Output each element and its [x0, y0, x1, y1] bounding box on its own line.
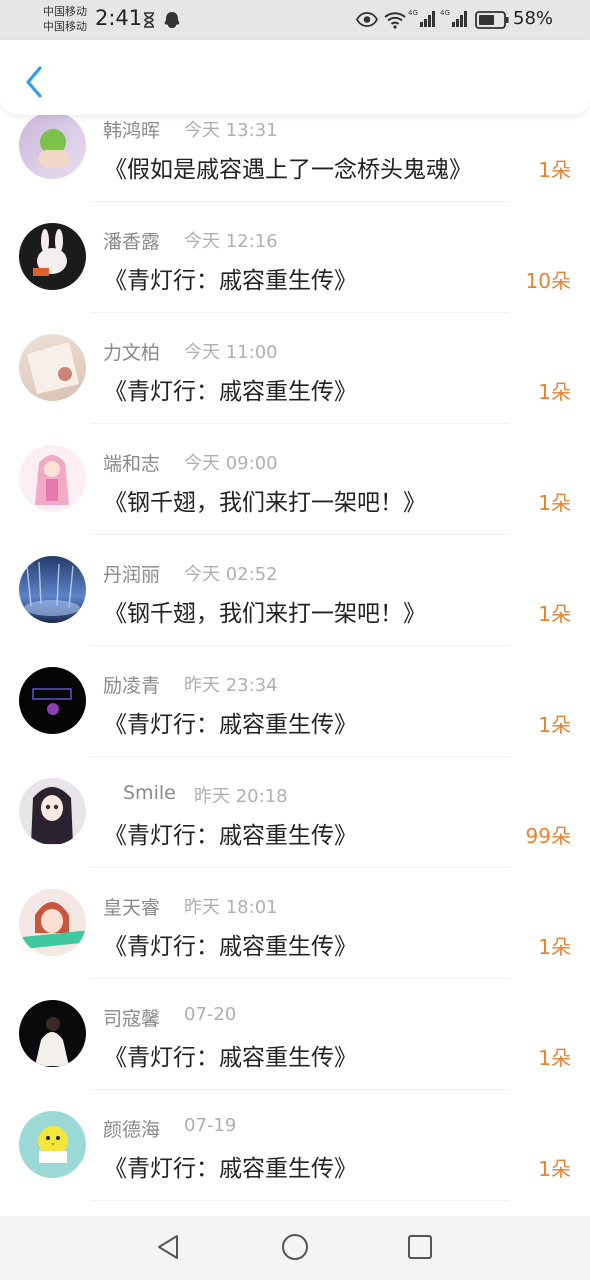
battery-percent: 58%	[513, 8, 554, 29]
gift-time: 昨天 23:34	[184, 675, 278, 696]
carrier-labels: 中国移动 中国移动	[43, 4, 87, 34]
sender-name: 励凌青	[103, 675, 161, 697]
book-title: 《青灯行：戚容重生传》	[104, 934, 357, 960]
back-triangle-icon[interactable]	[153, 1232, 183, 1262]
status-bar: 中国移动 中国移动 2:41 4G 4G 58%	[0, 0, 590, 40]
flower-count: 1朵	[538, 491, 571, 515]
svg-text:4G: 4G	[440, 9, 450, 17]
gift-time: 昨天 18:01	[184, 897, 278, 918]
sender-name: Smile	[123, 782, 176, 804]
gift-time: 昨天 20:18	[194, 786, 288, 807]
gift-time: 07-20	[184, 1004, 237, 1025]
avatar	[19, 334, 86, 401]
eye-icon	[356, 12, 378, 27]
list-item[interactable]: 丹润丽 今天 02:52 《钢千翅，我们来打一架吧！》 1朵	[0, 549, 590, 660]
book-title: 《青灯行：戚容重生传》	[104, 379, 357, 405]
divider	[90, 534, 510, 535]
divider	[90, 978, 510, 979]
signal-icon: 4G	[440, 9, 467, 27]
divider	[90, 1089, 510, 1090]
chevron-left-icon[interactable]	[18, 64, 50, 100]
gift-time: 今天 12:16	[184, 231, 278, 252]
home-circle-icon[interactable]	[280, 1232, 310, 1262]
flower-count: 1朵	[538, 1157, 571, 1181]
book-title: 《青灯行：戚容重生传》	[104, 1156, 357, 1182]
gift-time: 今天 09:00	[184, 453, 278, 474]
flower-count: 10朵	[525, 269, 571, 293]
avatar	[19, 445, 86, 512]
list-item[interactable]: 潘香露 今天 12:16 《青灯行：戚容重生传》 10朵	[0, 216, 590, 327]
sender-name: 韩鸿晖	[103, 120, 161, 142]
list-item[interactable]: 韩鸿晖 今天 13:31 《假如是戚容遇上了一念桥头鬼魂》 1朵	[0, 105, 590, 216]
divider	[90, 756, 510, 757]
book-title: 《青灯行：戚容重生传》	[104, 712, 357, 738]
divider	[90, 423, 510, 424]
divider	[90, 312, 510, 313]
wifi-icon	[384, 12, 406, 29]
signal-icon: 4G	[408, 9, 435, 27]
notification-icon	[164, 12, 180, 28]
flower-count: 1朵	[538, 935, 571, 959]
sender-name: 颜德海	[103, 1119, 161, 1141]
list-item[interactable]: 励凌青 昨天 23:34 《青灯行：戚容重生传》 1朵	[0, 660, 590, 771]
list-item[interactable]: 颜德海 07-19 《青灯行：戚容重生传》 1朵	[0, 1104, 590, 1215]
svg-text:4G: 4G	[408, 9, 418, 17]
divider	[90, 867, 510, 868]
list-item[interactable]: Smile 昨天 20:18 《青灯行：戚容重生传》 99朵	[0, 771, 590, 882]
gift-time: 今天 11:00	[184, 342, 278, 363]
carrier-2: 中国移动	[43, 20, 87, 33]
flower-count: 1朵	[538, 602, 571, 626]
sender-name: 丹润丽	[103, 564, 161, 586]
avatar	[19, 1111, 86, 1178]
avatar	[19, 112, 86, 179]
carrier-1: 中国移动	[43, 5, 87, 18]
gift-time: 今天 02:52	[184, 564, 278, 585]
avatar	[19, 889, 86, 956]
flower-count: 1朵	[538, 158, 571, 182]
gift-time: 今天 13:31	[184, 120, 278, 141]
header	[0, 40, 590, 115]
battery-icon	[475, 11, 509, 29]
list-item[interactable]: 皇天睿 昨天 18:01 《青灯行：戚容重生传》 1朵	[0, 882, 590, 993]
divider	[90, 1200, 510, 1201]
list-item[interactable]: 力文柏 今天 11:00 《青灯行：戚容重生传》 1朵	[0, 327, 590, 438]
book-title: 《钢千翅，我们来打一架吧！》	[104, 490, 426, 516]
sender-name: 端和志	[103, 453, 161, 475]
book-title: 《青灯行：戚容重生传》	[104, 1045, 357, 1071]
list-item[interactable]: 司寇馨 07-20 《青灯行：戚容重生传》 1朵	[0, 993, 590, 1104]
sender-name: 力文柏	[103, 342, 161, 364]
avatar	[19, 667, 86, 734]
system-nav-bar	[0, 1216, 590, 1280]
status-time: 2:41	[95, 6, 143, 30]
book-title: 《假如是戚容遇上了一念桥头鬼魂》	[104, 157, 472, 183]
sender-name: 潘香露	[103, 231, 161, 253]
flower-count: 1朵	[538, 380, 571, 404]
hourglass-icon	[144, 12, 154, 28]
divider	[90, 201, 510, 202]
flower-count: 1朵	[538, 1046, 571, 1070]
sender-name: 皇天睿	[103, 897, 161, 919]
divider	[90, 645, 510, 646]
book-title: 《青灯行：戚容重生传》	[104, 823, 357, 849]
avatar	[19, 556, 86, 623]
avatar	[19, 778, 86, 845]
list-item[interactable]: 端和志 今天 09:00 《钢千翅，我们来打一架吧！》 1朵	[0, 438, 590, 549]
gift-time: 07-19	[184, 1115, 237, 1136]
avatar	[19, 1000, 86, 1067]
book-title: 《青灯行：戚容重生传》	[104, 268, 357, 294]
recents-square-icon[interactable]	[405, 1232, 435, 1262]
flower-count: 1朵	[538, 713, 571, 737]
sender-name: 司寇馨	[103, 1008, 161, 1030]
avatar	[19, 223, 86, 290]
book-title: 《钢千翅，我们来打一架吧！》	[104, 601, 426, 627]
flower-count: 99朵	[525, 824, 571, 848]
